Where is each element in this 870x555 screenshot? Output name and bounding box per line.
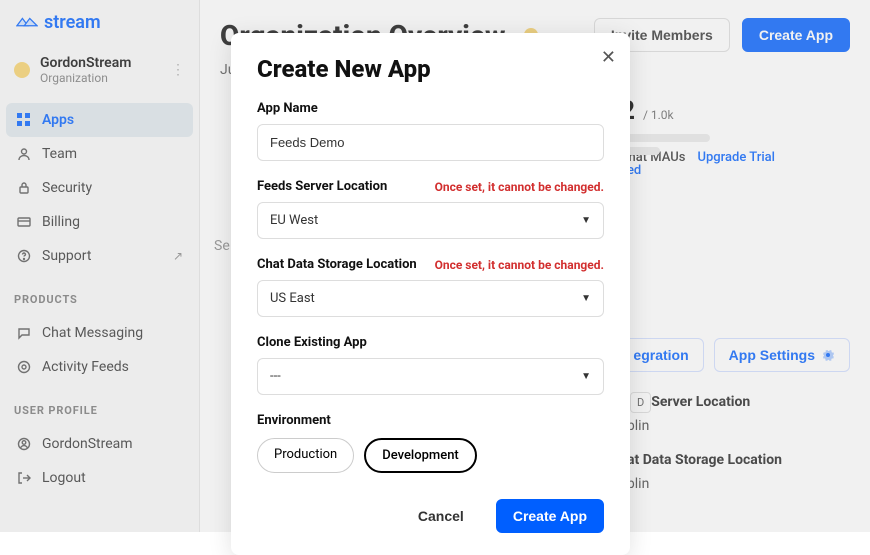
app-name-input[interactable] bbox=[257, 124, 604, 161]
chevron-down-icon: ▼ bbox=[581, 371, 591, 382]
close-icon[interactable]: ✕ bbox=[601, 47, 616, 68]
feeds-location-value: EU West bbox=[270, 213, 318, 228]
modal-title: Create New App bbox=[257, 55, 604, 83]
cancel-button[interactable]: Cancel bbox=[402, 499, 480, 533]
chevron-down-icon: ▼ bbox=[581, 293, 591, 304]
feeds-location-label: Feeds Server Location bbox=[257, 179, 387, 194]
clone-label: Clone Existing App bbox=[257, 335, 604, 350]
env-option-production[interactable]: Production bbox=[257, 438, 354, 473]
env-option-development[interactable]: Development bbox=[364, 438, 477, 473]
chat-location-label: Chat Data Storage Location bbox=[257, 257, 417, 272]
create-app-modal: Create New App ✕ App Name Feeds Server L… bbox=[231, 33, 630, 555]
submit-create-app-button[interactable]: Create App bbox=[496, 499, 604, 533]
chat-location-value: US East bbox=[270, 291, 315, 306]
chevron-down-icon: ▼ bbox=[581, 215, 591, 226]
chat-location-select[interactable]: US East ▼ bbox=[257, 280, 604, 317]
clone-app-select[interactable]: --- ▼ bbox=[257, 358, 604, 395]
chat-location-warning: Once set, it cannot be changed. bbox=[435, 258, 604, 272]
environment-label: Environment bbox=[257, 413, 604, 428]
feeds-location-select[interactable]: EU West ▼ bbox=[257, 202, 604, 239]
clone-app-value: --- bbox=[270, 369, 281, 384]
feeds-location-warning: Once set, it cannot be changed. bbox=[435, 180, 604, 194]
app-name-label: App Name bbox=[257, 101, 604, 116]
